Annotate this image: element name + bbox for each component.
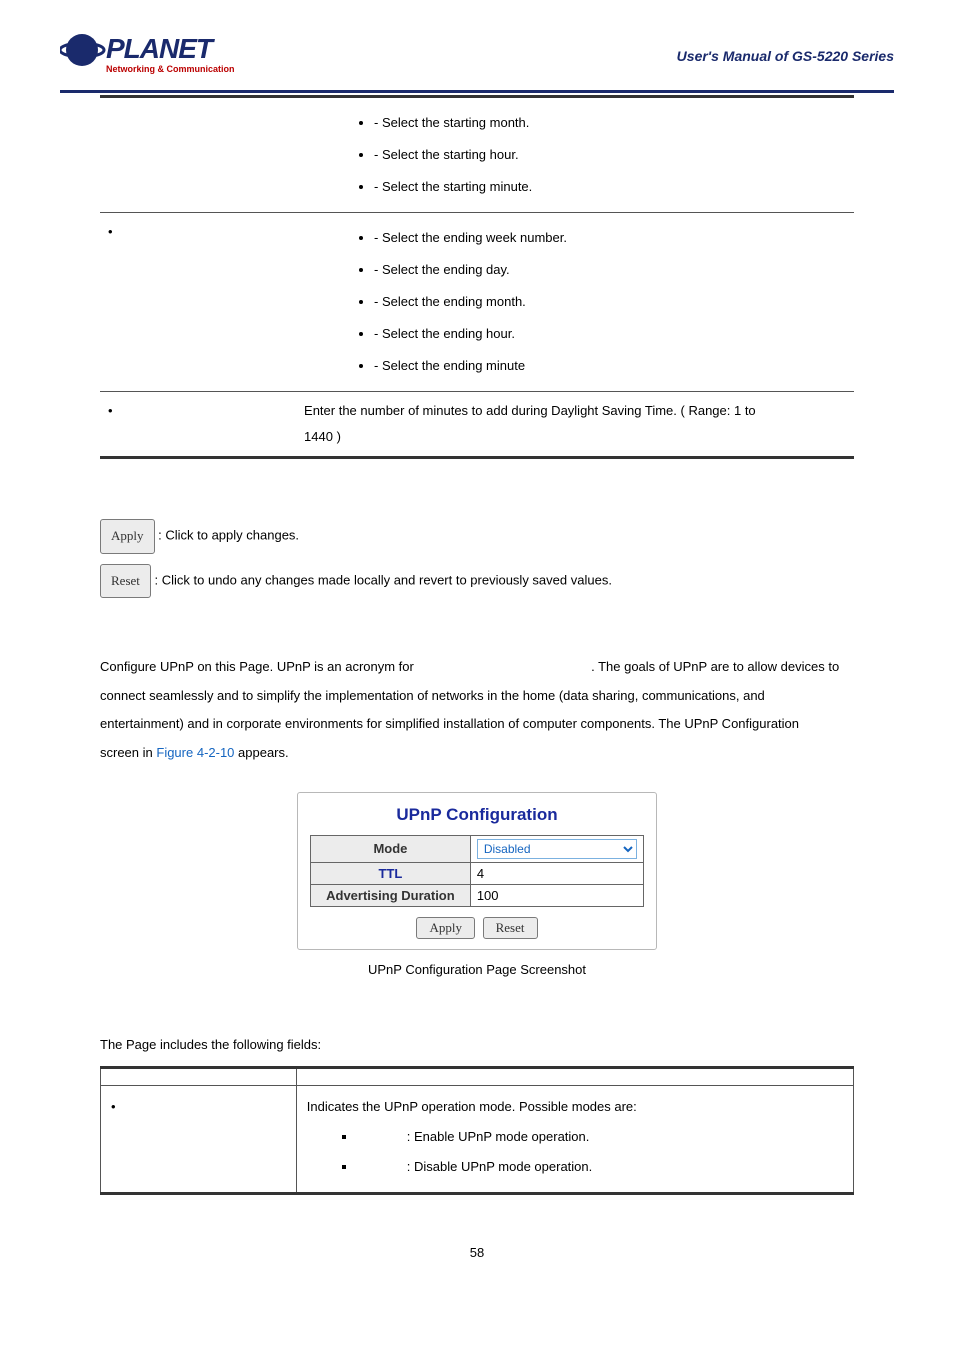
page-number: 58 <box>60 1245 894 1260</box>
upnp-section-body: Configure UPnP on this Page. UPnP is an … <box>100 653 854 767</box>
upnp-mode-label: Mode <box>311 835 471 862</box>
bullet-item: - Select the ending month. <box>374 289 846 315</box>
apply-desc: : Click to apply changes. <box>158 528 299 543</box>
figure-caption: UPnP Configuration Page Screenshot <box>100 962 854 977</box>
upnp-config-table: Mode Disabled TTL Advertising Duration <box>310 835 644 907</box>
reset-button[interactable]: Reset <box>100 564 151 599</box>
apply-button[interactable]: Apply <box>100 519 155 554</box>
svg-text:Networking & Communication: Networking & Communication <box>106 64 235 74</box>
row-offset-desc: Enter the number of minutes to add durin… <box>296 392 854 458</box>
bullet-item: - Select the ending week number. <box>374 225 846 251</box>
upnp-adv-cell <box>470 884 643 906</box>
upnp-reset-button[interactable]: Reset <box>483 917 538 939</box>
mode-object-cell: • <box>101 1085 297 1193</box>
upnp-ttl-cell <box>470 862 643 884</box>
upnp-fields-table: • Indicates the UPnP operation mode. Pos… <box>100 1066 854 1195</box>
reset-desc: : Click to undo any changes made locally… <box>155 572 612 587</box>
upnp-adv-label: Advertising Duration <box>311 884 471 906</box>
logo: PLANET Networking & Communication <box>60 30 270 82</box>
upnp-apply-button[interactable]: Apply <box>416 917 475 939</box>
upnp-ttl-input[interactable] <box>477 866 637 881</box>
manual-title: User's Manual of GS-5220 Series <box>677 48 894 64</box>
upnp-panel-title: UPnP Configuration <box>310 805 644 825</box>
offset-text-b: 1440 ) <box>304 424 846 450</box>
upnp-para-d: entertainment) and in corporate environm… <box>100 716 799 731</box>
row-end-time-label: • <box>100 213 296 392</box>
mode-desc-text: Indicates the UPnP operation mode. Possi… <box>307 1094 843 1120</box>
upnp-config-panel: UPnP Configuration Mode Disabled TTL <box>297 792 657 950</box>
figure-ref-link[interactable]: Figure 4-2-10 <box>156 745 234 760</box>
page-header: PLANET Networking & Communication User's… <box>60 30 894 90</box>
upnp-para-c: connect seamlessly and to simplify the i… <box>100 688 765 703</box>
fields-intro: The Page includes the following fields: <box>100 1037 854 1052</box>
buttons-section: Apply : Click to apply changes. Reset : … <box>100 519 854 598</box>
row-end-time-desc: - Select the ending week number. - Selec… <box>296 213 854 392</box>
upnp-para-f: appears. <box>234 745 288 760</box>
mode-enabled-item: : Enable UPnP mode operation. <box>357 1124 843 1150</box>
object-header <box>101 1067 297 1085</box>
bullet-item: - Select the ending hour. <box>374 321 846 347</box>
upnp-para-a: Configure UPnP on this Page. UPnP is an … <box>100 659 417 674</box>
row-offset-label: • <box>100 392 296 458</box>
bullet-item: - Select the ending minute <box>374 353 846 379</box>
mode-disabled-item: : Disable UPnP mode operation. <box>357 1154 843 1180</box>
upnp-para-b: . The goals of UPnP are to allow devices… <box>591 659 839 674</box>
upnp-mode-cell: Disabled <box>470 835 643 862</box>
bullet-item: - Select the starting minute. <box>374 174 846 200</box>
mode-desc-cell: Indicates the UPnP operation mode. Possi… <box>296 1085 853 1193</box>
bullet-item: - Select the starting month. <box>374 110 846 136</box>
upnp-ttl-label: TTL <box>311 862 471 884</box>
bullet-item: - Select the ending day. <box>374 257 846 283</box>
bullet-item: - Select the starting hour. <box>374 142 846 168</box>
offset-text-a: Enter the number of minutes to add durin… <box>304 398 846 424</box>
upnp-para-e: screen in <box>100 745 156 760</box>
daylight-savings-table: - Select the starting month. - Select th… <box>100 95 854 459</box>
svg-text:PLANET: PLANET <box>106 33 216 64</box>
row-start-time-desc: - Select the starting month. - Select th… <box>296 97 854 213</box>
upnp-mode-select[interactable]: Disabled <box>477 839 637 859</box>
planet-logo-icon: PLANET Networking & Communication <box>60 30 270 82</box>
header-divider <box>60 90 894 93</box>
upnp-adv-input[interactable] <box>477 888 637 903</box>
description-header <box>296 1067 853 1085</box>
row-start-time-label <box>100 97 296 213</box>
